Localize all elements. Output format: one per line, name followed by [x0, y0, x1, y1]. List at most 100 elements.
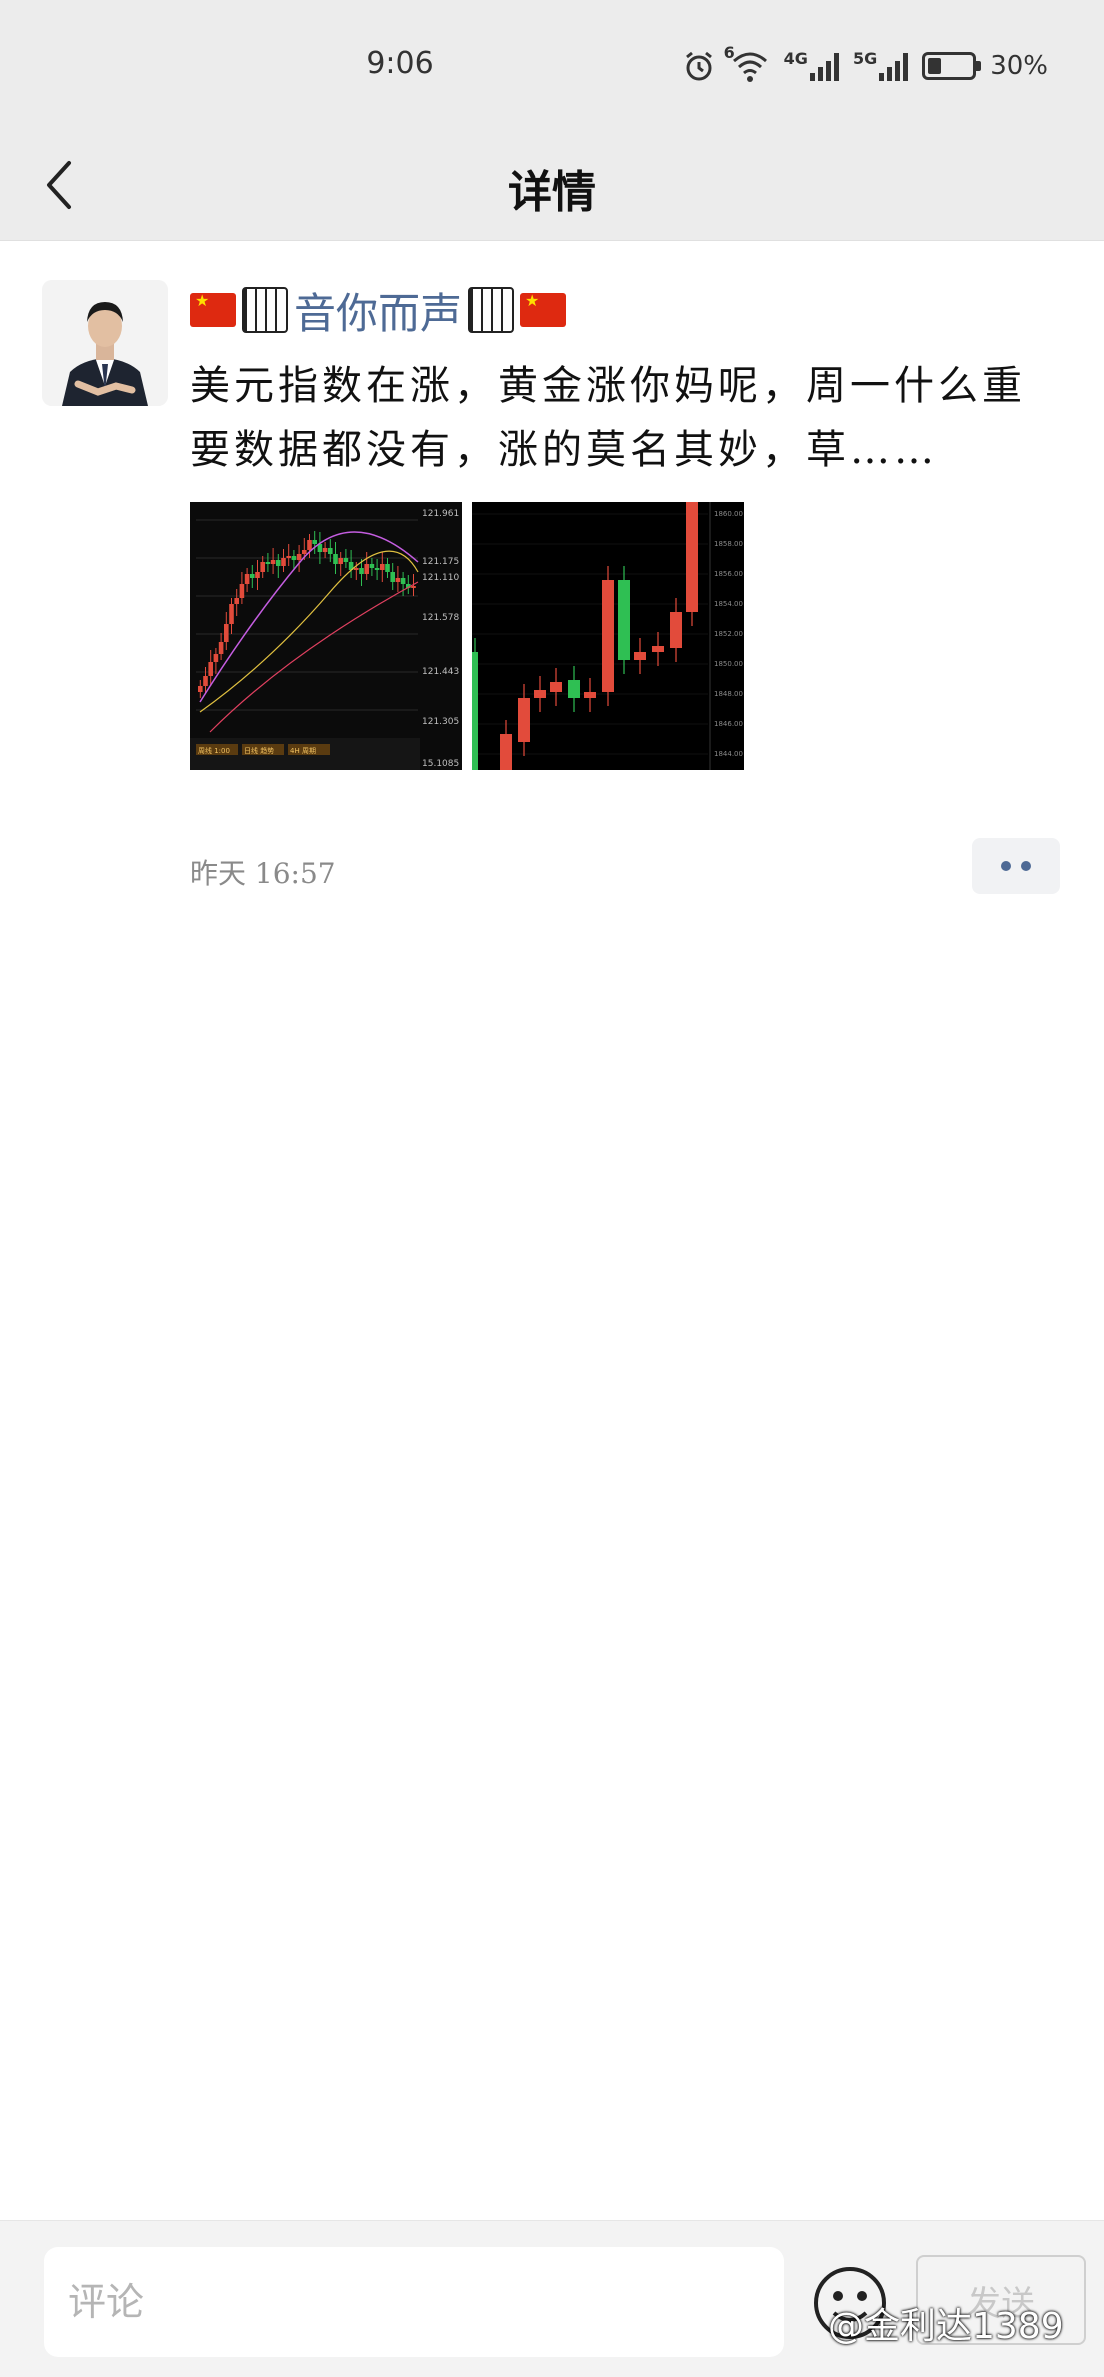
signal-bars-icon: [879, 51, 909, 81]
candle: [369, 564, 375, 568]
price-label: 121.175: [422, 557, 459, 567]
alarm-icon: [685, 51, 712, 81]
candle: [380, 564, 385, 570]
page-title: 详情: [508, 167, 596, 218]
candle: [260, 562, 265, 572]
candle: [224, 624, 229, 642]
candlestick-chart-image-2: 1860.00 1858.00 1856.00 1854.00 1852.00 1850.…: [472, 502, 744, 770]
candle: [354, 568, 359, 570]
post-image-2[interactable]: 1860.00 1858.00 1856.00 1854.00 1852.00 1850.…: [472, 502, 744, 770]
candlestick-chart-image-1: 121.961 121.175 121.110 121.578 121.443 121.3…: [190, 502, 462, 770]
smiley-icon: [814, 2267, 886, 2339]
candle: [203, 676, 208, 686]
nickname[interactable]: 音你而声: [190, 280, 1050, 340]
candle: [395, 578, 401, 582]
status-icons: 6 4G 5G 30%: [682, 45, 1048, 86]
dot-icon: [1021, 861, 1031, 871]
piano-icon: [468, 287, 515, 333]
candle: [281, 558, 286, 566]
price-label: 1848.00: [714, 690, 743, 698]
battery-text: 30%: [990, 51, 1048, 81]
candle: [286, 556, 291, 558]
comment-bar: 发送 @金利达1389: [0, 2220, 1104, 2377]
candle: [359, 568, 364, 574]
candle: [652, 646, 664, 652]
candle: [208, 662, 213, 676]
candle: [602, 580, 614, 692]
send-button[interactable]: 发送: [916, 2255, 1086, 2345]
candle: [374, 568, 380, 570]
price-label: 121.110: [422, 573, 459, 583]
candle: [213, 654, 219, 662]
battery-icon: [922, 52, 982, 80]
candle: [338, 558, 343, 564]
candle: [343, 558, 349, 562]
post-meta: 昨天 16:57: [190, 838, 1070, 898]
chip-label: 日线 趋势: [244, 746, 274, 755]
candle: [244, 574, 250, 584]
candle: [550, 682, 562, 692]
candle: [296, 554, 302, 560]
price-label: 121.961: [422, 509, 459, 519]
post-images: 121.961 121.175 121.110 121.578 121.443 121.3…: [190, 502, 1050, 770]
avatar-image: [42, 280, 168, 406]
candle: [302, 550, 307, 554]
post-timestamp: 昨天 16:57: [190, 857, 336, 890]
wifi-icon: 6: [724, 45, 770, 83]
post-text: 美元指数在涨，黄金涨你妈呢，周一什么重要数据都没有，涨的莫名其妙，草……: [190, 363, 1026, 473]
candle: [265, 562, 271, 564]
candle: [276, 560, 281, 566]
chip-label: 周线 1:00: [198, 746, 230, 755]
candle: [518, 698, 530, 742]
candle: [250, 574, 255, 578]
chip-label: 4H 周期: [290, 747, 316, 755]
candle: [198, 686, 203, 692]
price-label: 1844.00: [714, 750, 743, 758]
price-label: 1850.00: [714, 660, 743, 668]
candle: [307, 540, 312, 550]
candle: [390, 572, 395, 582]
candle: [500, 734, 512, 770]
candle: [634, 652, 646, 660]
nav-bar: 详情: [0, 130, 1104, 241]
candle: [312, 540, 317, 544]
candle: [291, 556, 297, 560]
emoji-button[interactable]: [810, 2263, 890, 2343]
price-label: 1860.00: [714, 510, 743, 518]
candle: [322, 548, 328, 552]
candle: [333, 554, 338, 564]
candle: [239, 584, 245, 598]
net1-label: 4G: [783, 49, 808, 68]
candle: [686, 502, 698, 612]
wifi-label: 6: [723, 43, 735, 62]
candle: [229, 604, 234, 624]
china-flag-icon: [190, 293, 236, 327]
price-label: 1852.00: [714, 630, 743, 638]
status-bar: 9:06 6 4G 5G 30%: [0, 0, 1104, 130]
candle: [568, 680, 580, 698]
price-label: 121.443: [422, 667, 459, 677]
signal-5g: 5G: [852, 49, 909, 81]
avatar[interactable]: [42, 280, 168, 406]
candle: [385, 564, 390, 572]
candle: [255, 572, 260, 578]
price-label: 121.578: [422, 613, 459, 623]
nickname-text: 音你而声: [294, 288, 463, 338]
candle: [364, 564, 369, 574]
price-label: 1858.00: [714, 540, 743, 548]
comment-input[interactable]: [44, 2247, 784, 2357]
price-label: 121.305: [422, 717, 459, 727]
net2-label: 5G: [852, 49, 878, 68]
post-body: 音你而声 美元指数在涨，黄金涨你妈呢，周一什么重要数据都没有，涨的莫名其妙，草……: [190, 280, 1050, 770]
price-label: 1846.00: [714, 720, 743, 728]
candle: [234, 598, 239, 604]
candle: [670, 612, 682, 648]
candle: [584, 692, 596, 698]
more-options-button[interactable]: [972, 838, 1060, 894]
signal-4g: 4G: [784, 51, 839, 81]
candle: [400, 578, 406, 584]
candle: [270, 560, 276, 564]
price-label: 1854.00: [714, 600, 743, 608]
post-image-1[interactable]: 121.961 121.175 121.110 121.578 121.443 121.3…: [190, 502, 462, 770]
signal-bars-icon: [809, 51, 839, 81]
